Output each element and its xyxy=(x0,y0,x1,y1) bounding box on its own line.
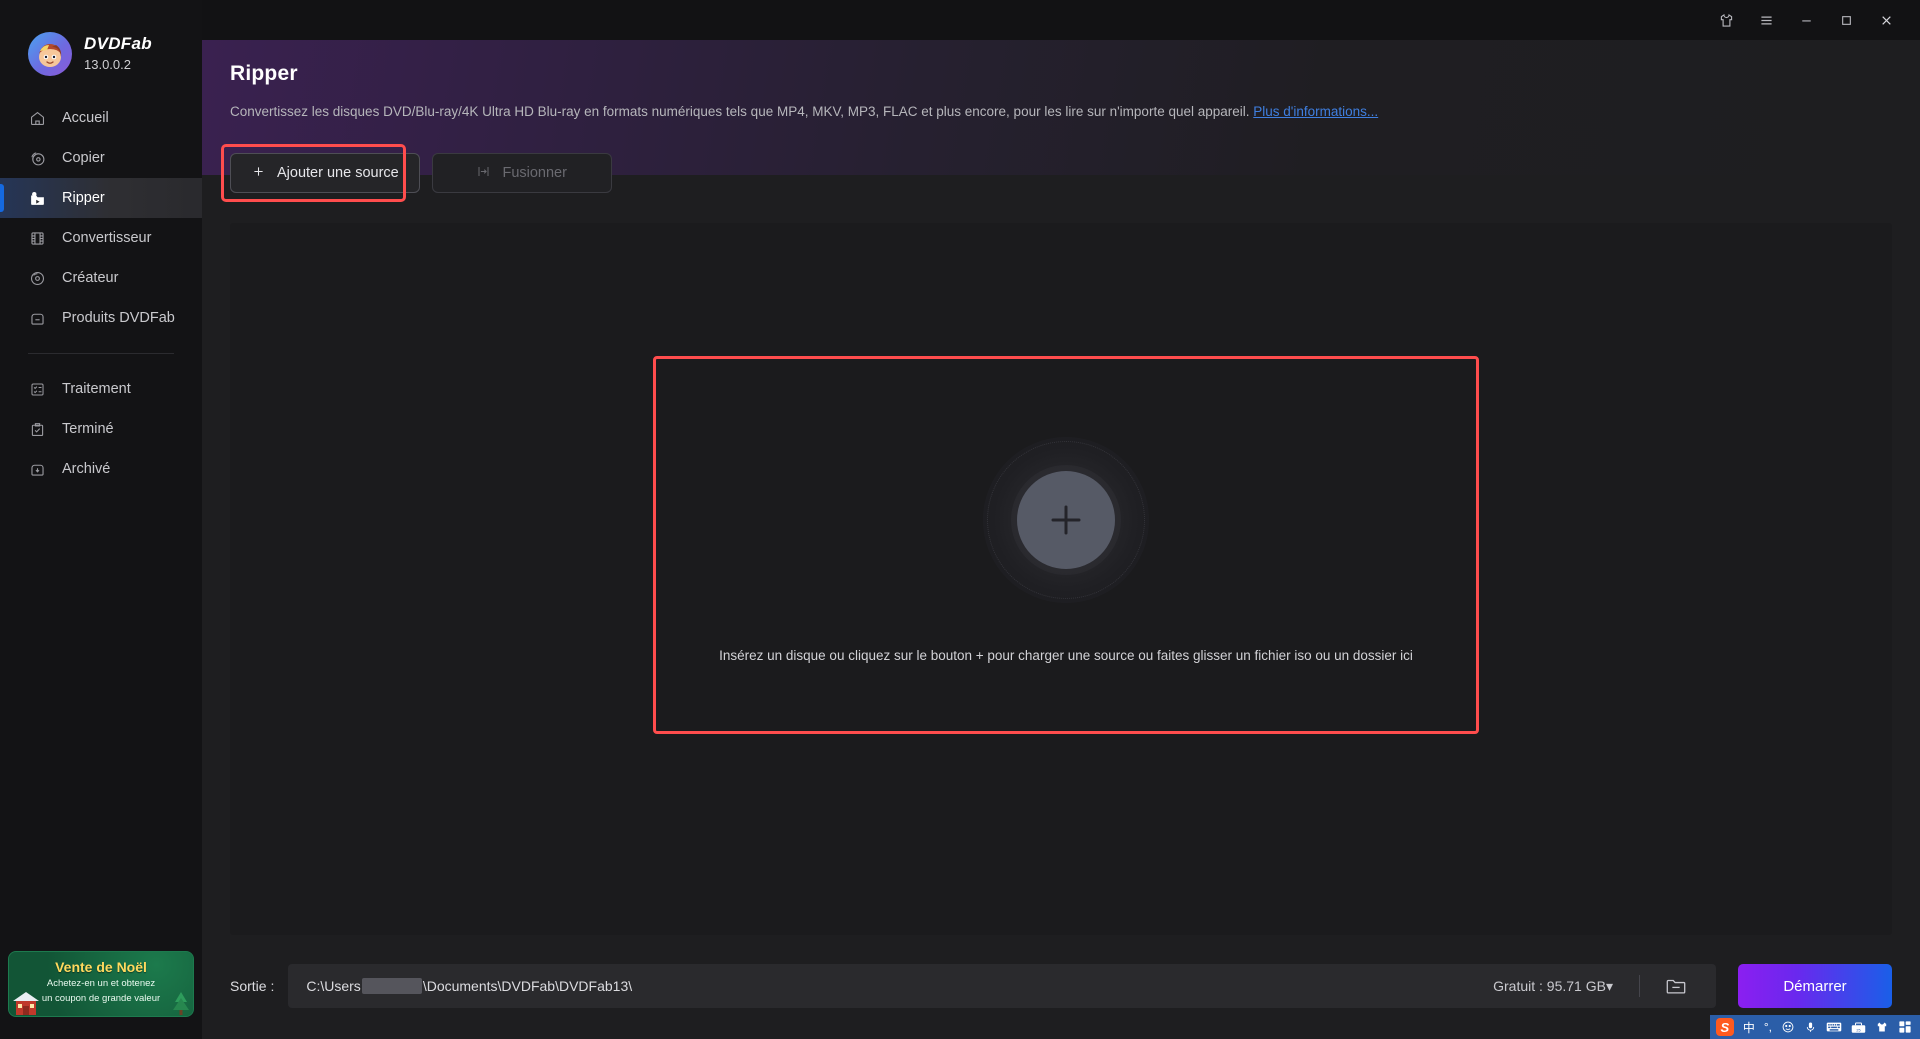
app-grid-icon[interactable] xyxy=(1898,1020,1912,1034)
output-path-suffix: \Documents\DVDFab\DVDFab13\ xyxy=(422,978,633,994)
skin-shirt-icon[interactable] xyxy=(1875,1020,1889,1034)
merge-label: Fusionner xyxy=(502,165,567,181)
sidebar-item-label: Créateur xyxy=(62,270,119,286)
folder-icon[interactable] xyxy=(1654,966,1698,1006)
brand-name: DVDFab xyxy=(84,33,152,53)
merge-button[interactable]: Fusionner xyxy=(431,153,612,193)
sidebar-item-accueil[interactable]: Accueil xyxy=(0,98,202,138)
emoji-icon[interactable] xyxy=(1781,1020,1795,1034)
sidebar-item-archive[interactable]: Archivé xyxy=(0,449,202,489)
plus-icon xyxy=(251,164,266,183)
app-version: 13.0.0.2 xyxy=(84,56,131,72)
sidebar-item-label: Copier xyxy=(62,150,105,166)
svg-text:25: 25 xyxy=(1856,1028,1860,1032)
sidebar-nav-primary: Accueil Copier Ripper Convertisseur Créa… xyxy=(0,98,202,489)
source-dropzone[interactable]: Insérez un disque ou cliquez sur le bout… xyxy=(653,356,1479,734)
hamburger-menu-icon[interactable] xyxy=(1746,4,1786,36)
maximize-icon[interactable] xyxy=(1826,4,1866,36)
more-info-link[interactable]: Plus d'informations... xyxy=(1253,104,1378,119)
output-label: Sortie : xyxy=(230,978,275,994)
dvdfab-logo-icon xyxy=(28,32,72,76)
add-disc-plus-icon[interactable] xyxy=(983,437,1149,603)
add-source-button[interactable]: Ajouter une source xyxy=(230,153,420,193)
toolbox-icon[interactable]: 25 xyxy=(1851,1021,1866,1034)
sidebar-item-label: Terminé xyxy=(62,421,114,437)
film-strip-icon xyxy=(28,229,46,247)
sidebar-item-ripper[interactable]: Ripper xyxy=(0,178,202,218)
clipboard-check-icon xyxy=(28,420,46,438)
disc-burn-icon xyxy=(28,269,46,287)
source-toolbar: Ajouter une source Fusionner xyxy=(202,144,1920,202)
main-area: Ripper Convertissez les disques DVD/Blu-… xyxy=(202,0,1920,1039)
minimize-icon[interactable] xyxy=(1786,4,1826,36)
sidebar-item-label: Convertisseur xyxy=(62,230,152,246)
box-icon xyxy=(28,309,46,327)
promo-title: Vente de Noël xyxy=(55,959,147,975)
start-button[interactable]: Démarrer xyxy=(1738,964,1892,1008)
home-icon xyxy=(28,109,46,127)
output-path-prefix: C:\Users xyxy=(306,978,361,994)
sogou-logo-icon[interactable]: S xyxy=(1715,1018,1734,1036)
brand-block: DVDFab 13.0.0.2 xyxy=(0,0,202,84)
ime-tray: S 中 °, 25 xyxy=(1709,1015,1920,1039)
close-icon[interactable] xyxy=(1866,4,1906,36)
promo-banner[interactable]: Vente de Noël Achetez-en un et obtenez u… xyxy=(8,951,194,1017)
sidebar-item-label: Ripper xyxy=(62,190,105,206)
dvdfab-window: DVDFab 13.0.0.2 Accueil Copier Ripper Co… xyxy=(0,0,1920,1039)
copy-disc-icon xyxy=(28,149,46,167)
house-illustration-icon xyxy=(13,992,39,1015)
christmas-tree-icon xyxy=(173,992,189,1015)
titlebar xyxy=(202,0,1920,40)
sidebar-item-convertisseur[interactable]: Convertisseur xyxy=(0,218,202,258)
sidebar-item-label: Accueil xyxy=(62,110,109,126)
sidebar-item-termine[interactable]: Terminé xyxy=(0,409,202,449)
output-path-field[interactable]: C:\Users \Documents\DVDFab\DVDFab13\ Grat… xyxy=(288,964,1716,1008)
add-source-label: Ajouter une source xyxy=(277,165,399,181)
sidebar-item-produits-dvdfab[interactable]: Produits DVDFab xyxy=(0,298,202,338)
ripper-icon xyxy=(28,189,46,207)
sidebar: DVDFab 13.0.0.2 Accueil Copier Ripper Co… xyxy=(0,0,202,1039)
task-list-icon xyxy=(28,380,46,398)
divider xyxy=(1639,975,1640,997)
chevron-down-icon: ▾ xyxy=(1605,977,1613,994)
bottom-bar: Sortie : C:\Users \Documents\DVDFab\DVDFa… xyxy=(202,955,1920,1017)
sidebar-item-label: Archivé xyxy=(62,461,111,477)
chinese-mode-icon[interactable]: 中 xyxy=(1743,1019,1755,1036)
content-panel: Insérez un disque ou cliquez sur le bout… xyxy=(230,223,1892,935)
sidebar-item-traitement[interactable]: Traitement xyxy=(0,369,202,409)
archive-icon xyxy=(28,460,46,478)
redacted-username xyxy=(361,978,422,994)
page-title: Ripper xyxy=(230,62,298,85)
sidebar-item-copier[interactable]: Copier xyxy=(0,138,202,178)
microphone-icon[interactable] xyxy=(1804,1020,1817,1034)
page-description: Convertissez les disques DVD/Blu-ray/4K … xyxy=(230,104,1920,119)
free-space-label[interactable]: Gratuit : 95.71 GB▾ xyxy=(1469,978,1625,995)
keyboard-icon[interactable] xyxy=(1826,1021,1842,1033)
sidebar-item-label: Traitement xyxy=(62,381,131,397)
punctuation-icon[interactable]: °, xyxy=(1764,1020,1772,1034)
skin-icon[interactable] xyxy=(1706,4,1746,36)
merge-icon xyxy=(476,164,491,183)
sidebar-divider xyxy=(28,353,174,354)
mascot-face-icon xyxy=(39,44,62,67)
sidebar-item-label: Produits DVDFab xyxy=(62,310,175,326)
sidebar-item-createur[interactable]: Créateur xyxy=(0,258,202,298)
dropzone-hint: Insérez un disque ou cliquez sur le bout… xyxy=(719,648,1413,663)
page-description-text: Convertissez les disques DVD/Blu-ray/4K … xyxy=(230,104,1250,119)
free-space-text: Gratuit : 95.71 GB xyxy=(1493,977,1606,994)
